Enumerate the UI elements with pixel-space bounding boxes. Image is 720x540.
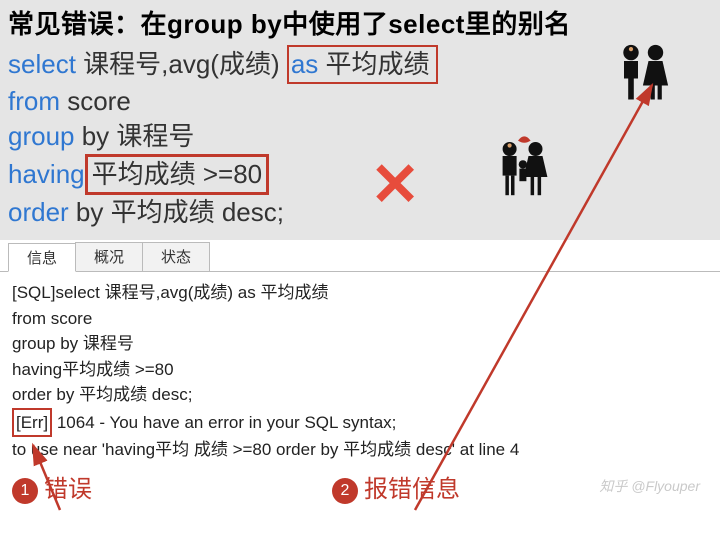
keyword-select: select <box>8 49 76 79</box>
result-tabs: 信息 概况 状态 <box>0 242 720 272</box>
result-line-5: order by 平均成绩 desc; <box>12 382 708 408</box>
alias-text: 平均成绩 <box>318 49 429 79</box>
err-message: 1064 - You have an error in your SQL syn… <box>52 413 396 432</box>
sql-line-from: from score <box>8 84 712 119</box>
keyword-group: group <box>8 121 75 151</box>
sql-code-block: select 课程号,avg(成绩) as 平均成绩 from score gr… <box>8 45 712 230</box>
cross-mark-icon: ✕ <box>370 155 420 215</box>
from-table: score <box>60 86 131 116</box>
result-line-4: having平均成绩 >=80 <box>12 357 708 383</box>
keyword-order: order <box>8 197 69 227</box>
couple-icon <box>610 40 680 115</box>
badge-2: 2 <box>332 478 358 504</box>
label-error-info-text: 报错信息 <box>364 476 460 503</box>
sql-line-having: having平均成绩 >=80 <box>8 154 712 195</box>
slide-heading: 常见错误：在group by中使用了select里的别名 <box>8 4 712 41</box>
annotation-error: 1错误 <box>12 469 92 504</box>
order-rest: by 平均成绩 desc; <box>69 197 284 227</box>
annotation-error-info: 2报错信息 <box>332 469 460 504</box>
err-label-box: [Err] <box>12 408 52 438</box>
result-panel: [SQL]select 课程号,avg(成绩) as 平均成绩 from sco… <box>0 272 720 467</box>
group-column: 课程号 <box>116 121 194 151</box>
select-columns: 课程号,avg(成绩) <box>76 49 287 79</box>
having-highlight-box: 平均成绩 >=80 <box>85 154 270 195</box>
tab-status[interactable]: 状态 <box>142 242 210 271</box>
result-line-err: [Err] 1064 - You have an error in your S… <box>12 408 708 438</box>
tab-info[interactable]: 信息 <box>8 243 76 272</box>
label-error-text: 错误 <box>44 476 92 503</box>
result-line-7: to use near 'having平均 成绩 >=80 order by 平… <box>12 437 708 463</box>
keyword-having: having <box>8 159 85 189</box>
keyword-by: by <box>75 121 117 151</box>
result-line-2: from score <box>12 306 708 332</box>
slide-top-section: 常见错误：在group by中使用了select里的别名 select 课程号,… <box>0 0 720 240</box>
keyword-from: from <box>8 86 60 116</box>
result-line-1: [SQL]select 课程号,avg(成绩) as 平均成绩 <box>12 280 708 306</box>
alias-highlight-box: as 平均成绩 <box>287 45 438 84</box>
tab-overview[interactable]: 概况 <box>75 242 143 271</box>
keyword-as: as <box>291 49 318 79</box>
badge-1: 1 <box>12 478 38 504</box>
sql-line-select: select 课程号,avg(成绩) as 平均成绩 <box>8 45 712 84</box>
result-line-3: group by 课程号 <box>12 331 708 357</box>
family-icon <box>490 135 560 210</box>
watermark-text: 知乎 @Flyouper <box>599 476 700 496</box>
sql-line-order: order by 平均成绩 desc; <box>8 195 712 230</box>
sql-line-group: group by 课程号 <box>8 119 712 154</box>
